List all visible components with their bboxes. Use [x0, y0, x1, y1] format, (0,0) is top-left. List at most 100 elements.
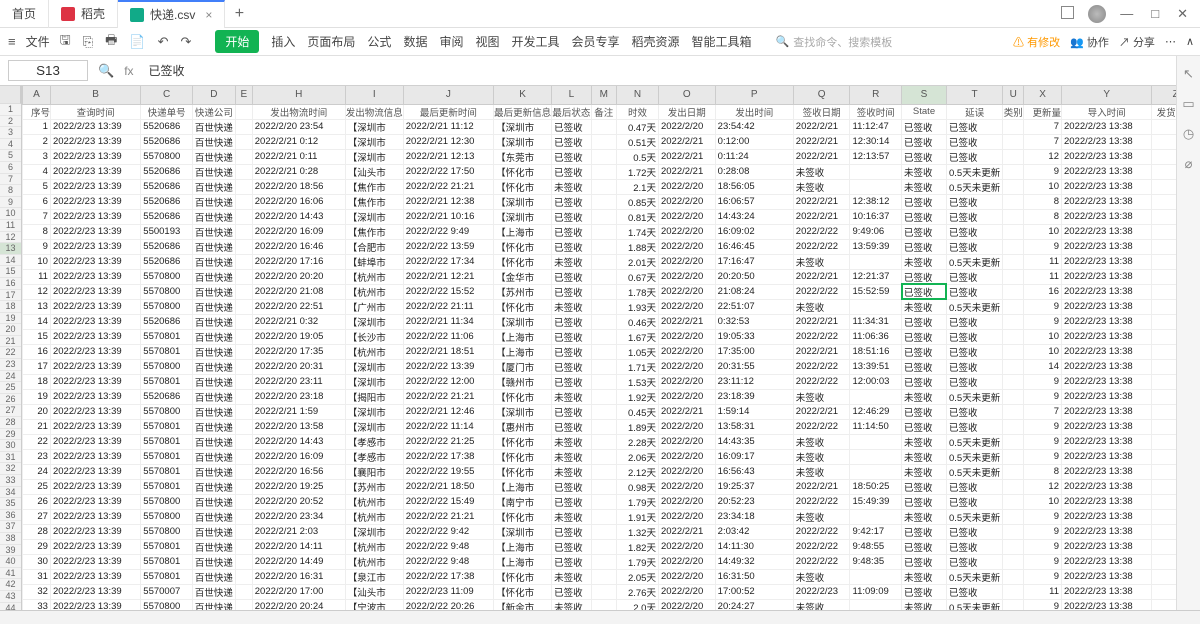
tool-icon[interactable]: ⌀ — [1185, 156, 1193, 172]
spreadsheet-grid[interactable]: 1234567891011121314151617181920212223242… — [0, 86, 1200, 610]
table-row[interactable]: 312022/2/23 13:395570801百世快递2022/2/20 16… — [23, 569, 1200, 584]
ribbon-formula[interactable]: 公式 — [367, 33, 391, 50]
col-header-D[interactable]: D — [192, 86, 235, 104]
notes-icon[interactable] — [1057, 4, 1078, 24]
ribbon-vip[interactable]: 会员专享 — [572, 33, 620, 50]
col-header-C[interactable]: C — [141, 86, 193, 104]
redo-icon[interactable]: ↷ — [178, 34, 193, 50]
row-header[interactable]: 38 — [0, 533, 21, 545]
table-row[interactable]: 322022/2/23 13:395570007百世快递2022/2/20 17… — [23, 584, 1200, 599]
close-icon[interactable]: × — [205, 8, 212, 22]
row-header[interactable]: 12 — [0, 232, 21, 244]
col-header-B[interactable]: B — [50, 86, 140, 104]
row-header[interactable]: 39 — [0, 545, 21, 557]
clock-icon[interactable]: ◷ — [1183, 126, 1194, 142]
row-header[interactable]: 15 — [0, 266, 21, 278]
table-row[interactable]: 22022/2/23 13:395520686百世快递2022/2/21 0:1… — [23, 134, 1200, 149]
row-header[interactable]: 44 — [0, 603, 21, 610]
col-header-S[interactable]: S — [902, 86, 947, 104]
table-row[interactable]: 332022/2/23 13:395570800百世快递2022/2/20 20… — [23, 599, 1200, 610]
more-icon[interactable]: ⋯ — [1165, 35, 1176, 48]
table-row[interactable]: 142022/2/23 13:395520686百世快递2022/2/21 0:… — [23, 314, 1200, 329]
ribbon-view[interactable]: 视图 — [475, 33, 499, 50]
preview-icon[interactable]: 📄 — [127, 34, 147, 50]
avatar[interactable] — [1088, 5, 1106, 23]
row-header[interactable]: 8 — [0, 185, 21, 197]
command-search[interactable]: 🔍 查找命令、搜索模板 — [776, 34, 893, 50]
ribbon-dev[interactable]: 开发工具 — [511, 33, 559, 50]
row-header[interactable]: 6 — [0, 162, 21, 174]
table-row[interactable]: 222022/2/23 13:395570801百世快递2022/2/20 14… — [23, 434, 1200, 449]
row-header[interactable]: 23 — [0, 359, 21, 371]
row-header[interactable]: 30 — [0, 440, 21, 452]
row-header[interactable]: 3 — [0, 127, 21, 139]
hamburger-icon[interactable]: ≡ — [6, 34, 18, 49]
row-header[interactable]: 31 — [0, 452, 21, 464]
ribbon-data[interactable]: 数据 — [403, 33, 427, 50]
copy-icon[interactable]: ⎘ — [81, 34, 95, 50]
table-row[interactable]: 232022/2/23 13:395570801百世快递2022/2/20 16… — [23, 449, 1200, 464]
share-button[interactable]: ↗ 分享 — [1119, 34, 1155, 50]
close-window-icon[interactable]: ✕ — [1173, 4, 1192, 24]
ribbon-review[interactable]: 审阅 — [439, 33, 463, 50]
col-header-A[interactable]: A — [23, 86, 51, 104]
table-row[interactable]: 112022/2/23 13:395570800百世快递2022/2/20 20… — [23, 269, 1200, 284]
table-row[interactable]: 292022/2/23 13:395570801百世快递2022/2/20 14… — [23, 539, 1200, 554]
ribbon-ai[interactable]: 智能工具箱 — [692, 33, 752, 50]
row-header[interactable]: 9 — [0, 197, 21, 209]
table-row[interactable]: 52022/2/23 13:395520686百世快递2022/2/20 18:… — [23, 179, 1200, 194]
row-header[interactable]: 34 — [0, 487, 21, 499]
row-header[interactable]: 7 — [0, 174, 21, 186]
col-header-N[interactable]: N — [616, 86, 658, 104]
table-row[interactable]: 132022/2/23 13:395570800百世快递2022/2/20 22… — [23, 299, 1200, 314]
table-row[interactable]: 202022/2/23 13:395570800百世快递2022/2/21 1:… — [23, 404, 1200, 419]
row-header[interactable]: 43 — [0, 591, 21, 603]
row-header[interactable]: 20 — [0, 324, 21, 336]
row-header[interactable]: 35 — [0, 498, 21, 510]
table-row[interactable]: 262022/2/23 13:395570800百世快递2022/2/20 20… — [23, 494, 1200, 509]
col-header-L[interactable]: L — [552, 86, 592, 104]
row-header[interactable]: 40 — [0, 556, 21, 568]
table-row[interactable]: 92022/2/23 13:395520686百世快递2022/2/20 16:… — [23, 239, 1200, 254]
row-header[interactable]: 28 — [0, 417, 21, 429]
row-header[interactable]: 24 — [0, 371, 21, 383]
row-header[interactable]: 17 — [0, 290, 21, 302]
cursor-icon[interactable]: ↖ — [1183, 66, 1194, 82]
col-header-O[interactable]: O — [658, 86, 715, 104]
col-header-U[interactable]: U — [1003, 86, 1024, 104]
row-header[interactable]: 11 — [0, 220, 21, 232]
col-header-M[interactable]: M — [591, 86, 616, 104]
col-header-E[interactable]: E — [235, 86, 252, 104]
tab-shell[interactable]: 稻壳 — [49, 0, 118, 28]
row-header[interactable]: 41 — [0, 568, 21, 580]
table-row[interactable]: 302022/2/23 13:395570801百世快递2022/2/20 14… — [23, 554, 1200, 569]
ribbon-layout[interactable]: 页面布局 — [307, 33, 355, 50]
col-header-H[interactable]: H — [252, 86, 345, 104]
row-header[interactable]: 14 — [0, 255, 21, 267]
row-header[interactable]: 32 — [0, 463, 21, 475]
table-row[interactable]: 172022/2/23 13:395570800百世快递2022/2/20 20… — [23, 359, 1200, 374]
table-row[interactable]: 242022/2/23 13:395570801百世快递2022/2/20 16… — [23, 464, 1200, 479]
table-row[interactable]: 252022/2/23 13:395570801百世快递2022/2/20 19… — [23, 479, 1200, 494]
table-row[interactable]: 152022/2/23 13:395570801百世快递2022/2/20 19… — [23, 329, 1200, 344]
table-row[interactable]: 282022/2/23 13:395570800百世快递2022/2/21 2:… — [23, 524, 1200, 539]
select-icon[interactable]: ▭ — [1182, 96, 1194, 112]
row-header[interactable]: 19 — [0, 313, 21, 325]
tab-add[interactable]: + — [225, 5, 253, 23]
col-header-K[interactable]: K — [494, 86, 552, 104]
tab-file[interactable]: 快递.csv× — [118, 0, 225, 28]
table-row[interactable]: 182022/2/23 13:395570801百世快递2022/2/20 23… — [23, 374, 1200, 389]
row-header[interactable]: 13 — [0, 243, 21, 255]
row-header[interactable]: 42 — [0, 579, 21, 591]
row-header[interactable]: 25 — [0, 382, 21, 394]
row-header[interactable]: 16 — [0, 278, 21, 290]
row-header[interactable]: 26 — [0, 394, 21, 406]
table-row[interactable]: 72022/2/23 13:395520686百世快递2022/2/20 14:… — [23, 209, 1200, 224]
col-header-Q[interactable]: Q — [793, 86, 850, 104]
row-header[interactable]: 21 — [0, 336, 21, 348]
ribbon-res[interactable]: 稻壳资源 — [632, 33, 680, 50]
table-row[interactable]: 102022/2/23 13:395520686百世快递2022/2/20 17… — [23, 254, 1200, 269]
table-row[interactable]: 32022/2/23 13:395570800百世快递2022/2/21 0:1… — [23, 149, 1200, 164]
row-header[interactable]: 1 — [0, 104, 21, 116]
formula-input[interactable]: 已签收 — [142, 59, 1192, 82]
